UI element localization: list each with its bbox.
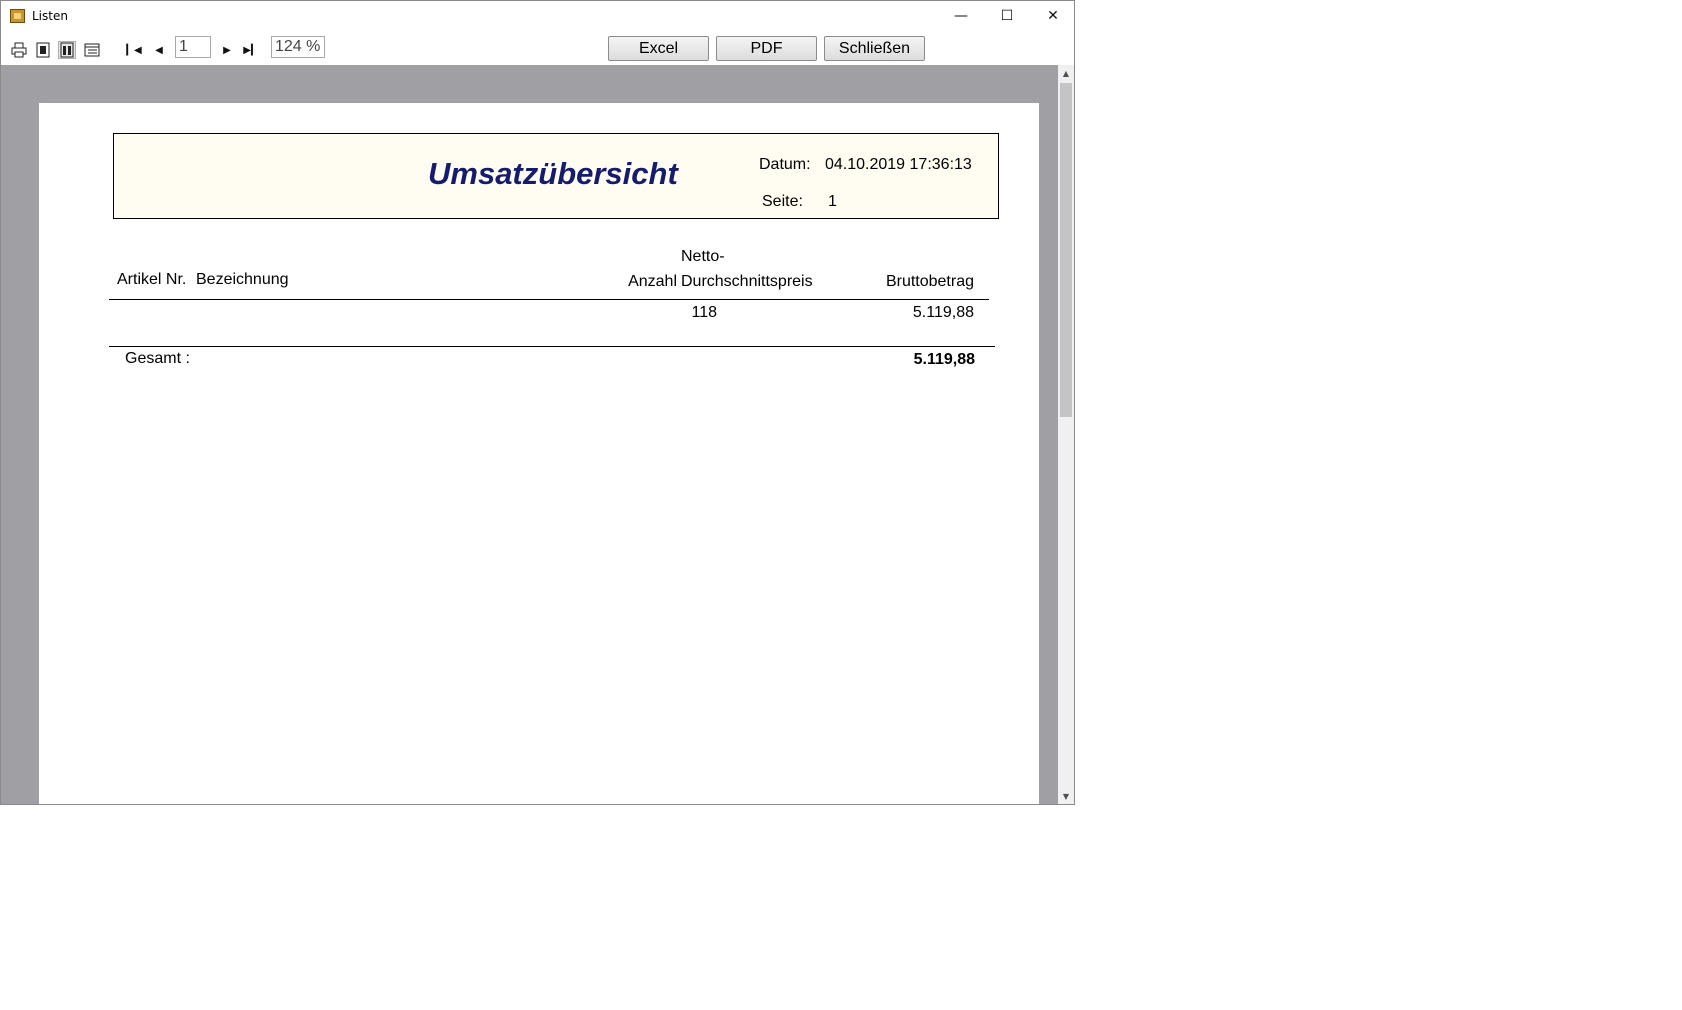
page-number-input[interactable]: 1: [175, 36, 211, 58]
col-net-price-line1: Netto-: [681, 248, 725, 265]
total-divider: [109, 346, 995, 347]
date-value: 04.10.2019 17:36:13: [825, 156, 972, 173]
col-description: Bezeichnung: [196, 271, 289, 288]
scroll-thumb[interactable]: [1060, 83, 1072, 417]
prev-page-icon[interactable]: ◀: [151, 41, 167, 59]
total-value: 5.119,88: [913, 351, 975, 368]
first-page-icon[interactable]: ▎◀: [126, 41, 142, 59]
total-label: Gesamt :: [125, 350, 190, 367]
pdf-button[interactable]: PDF: [716, 36, 817, 61]
page-label: Seite:: [762, 193, 803, 210]
zoom-field[interactable]: 124 %: [271, 36, 325, 58]
close-button[interactable]: ✕: [1030, 1, 1076, 31]
report-title: Umsatzübersicht: [428, 156, 678, 191]
report-header: Umsatzübersicht Datum: 04.10.2019 17:36:…: [113, 133, 999, 219]
title-bar[interactable]: Listen — ☐ ✕: [1, 1, 1074, 31]
maximize-button[interactable]: ☐: [984, 1, 1030, 31]
list-view-icon[interactable]: [83, 41, 101, 59]
printer-icon[interactable]: [10, 41, 28, 59]
toolbar: ▎◀ ◀ 1 ▶ ▶▎ 124 % Excel PDF Schließen: [1, 33, 1074, 65]
page-value: 1: [828, 193, 837, 210]
col-quantity: Anzahl: [628, 273, 677, 290]
header-divider: [109, 299, 989, 300]
printer-icon-glyph: [11, 42, 27, 58]
single-page-icon[interactable]: [34, 41, 52, 59]
last-page-icon[interactable]: ▶▎: [243, 41, 259, 59]
date-label: Datum:: [759, 156, 811, 173]
report-window: Listen — ☐ ✕ ▎◀ ◀ 1 ▶ ▶▎ 124 % Excel PDF…: [0, 0, 1075, 805]
two-page-icon[interactable]: [58, 41, 76, 59]
row-quantity: 118: [691, 304, 717, 321]
report-page: Umsatzübersicht Datum: 04.10.2019 17:36:…: [39, 103, 1039, 804]
scroll-down-icon[interactable]: ▼: [1058, 788, 1074, 804]
window-title: Listen: [32, 9, 68, 23]
col-net-price-line2: Durchschnittspreis: [681, 273, 813, 290]
list-view-glyph: [84, 43, 100, 57]
close-report-button[interactable]: Schließen: [824, 36, 925, 61]
minimize-button[interactable]: —: [938, 1, 984, 31]
next-page-icon[interactable]: ▶: [219, 41, 235, 59]
preview-area[interactable]: Umsatzübersicht Datum: 04.10.2019 17:36:…: [1, 65, 1058, 804]
vertical-scrollbar[interactable]: ▲ ▼: [1058, 65, 1074, 804]
single-page-glyph: [36, 42, 50, 58]
two-page-glyph: [60, 42, 74, 58]
excel-button[interactable]: Excel: [608, 36, 709, 61]
col-gross: Bruttobetrag: [885, 273, 974, 290]
row-gross: 5.119,88: [912, 304, 974, 321]
col-article-no: Artikel Nr.: [117, 271, 187, 288]
app-icon: [10, 9, 25, 23]
scroll-up-icon[interactable]: ▲: [1058, 65, 1074, 81]
